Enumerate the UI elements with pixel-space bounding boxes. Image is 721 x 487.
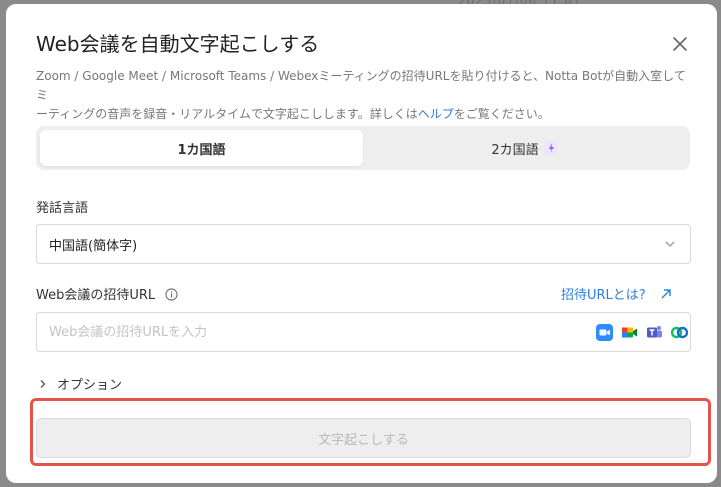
- arrow-up-right-icon: [661, 288, 671, 298]
- close-button[interactable]: [668, 32, 692, 56]
- chevron-down-icon: [665, 241, 675, 247]
- tab-two-languages[interactable]: 2カ国語: [363, 130, 686, 166]
- dialog-description: Zoom / Google Meet / Microsoft Teams / W…: [36, 69, 686, 121]
- options-toggle[interactable]: オプション: [38, 374, 122, 393]
- dialog-title: Web会議を自動文字起こしする: [36, 32, 320, 56]
- invite-url-help-link[interactable]: 招待URLとは?: [561, 284, 672, 303]
- zoom-icon: [596, 324, 613, 341]
- meeting-url-label-row: Web会議の招待URL: [36, 284, 178, 303]
- info-icon[interactable]: [165, 288, 178, 301]
- tab-one-language[interactable]: 1カ国語: [40, 130, 363, 166]
- help-link[interactable]: ヘルプ: [418, 107, 454, 121]
- spoken-language-select[interactable]: 中国語(簡体字): [36, 224, 691, 264]
- webex-icon: [670, 324, 689, 341]
- meeting-url-label: Web会議の招待URL: [36, 288, 156, 303]
- chevron-right-icon: [40, 379, 46, 388]
- ai-sparkle-icon: [543, 141, 558, 155]
- google-meet-icon: [621, 324, 638, 341]
- supported-services: [596, 324, 689, 341]
- meeting-url-input[interactable]: [36, 312, 691, 352]
- language-mode-tabs: 1カ国語 2カ国語: [36, 126, 690, 170]
- transcribe-dialog: Web会議を自動文字起こしする Zoom / Google Meet / Mic…: [6, 4, 717, 483]
- selected-language: 中国語(簡体字): [49, 238, 138, 254]
- microsoft-teams-icon: [646, 324, 663, 341]
- close-icon: [673, 37, 687, 51]
- spoken-language-label: 発話言語: [36, 201, 89, 216]
- transcribe-button[interactable]: 文字起こしする: [36, 418, 691, 458]
